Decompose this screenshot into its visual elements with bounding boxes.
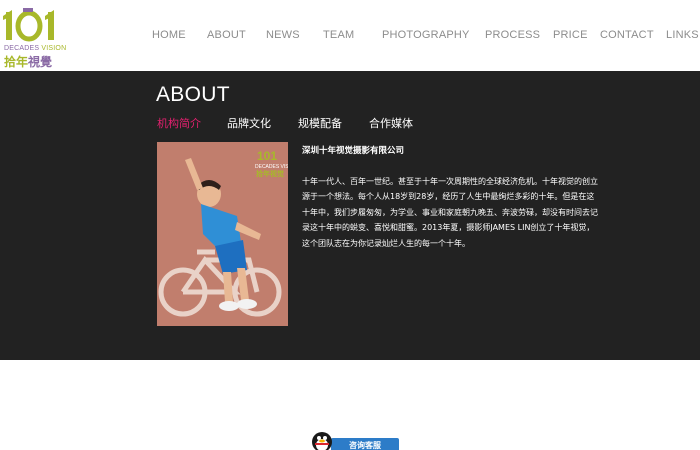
tab-partner-media[interactable]: 合作媒体 [369,115,413,131]
company-description: 十年一代人、百年一世纪。甚至于十年一次周期性的全球经济危机。十年视觉的创立源于一… [302,177,598,248]
svg-text:拾年视觉: 拾年视觉 [256,169,284,178]
logo-english: DECADES VISION [4,45,66,52]
logo-en-right: VISION [41,45,67,52]
nav-process[interactable]: PROCESS [485,29,540,41]
logo-number-graphic [3,8,54,42]
nav-home[interactable]: HOME [152,29,186,41]
logo-chinese: 拾年視覺 [4,53,52,70]
nav-links[interactable]: LINKS [666,29,699,41]
company-name: 深圳十年视觉摄影有限公司 [302,146,405,156]
svg-text:101: 101 [257,149,277,163]
qq-consult-button[interactable]: 咨询客服 [331,438,399,450]
tab-scale-equipment[interactable]: 规模配备 [298,115,342,131]
logo-cn-left: 拾年 [4,55,29,69]
logo-cn-right: 視覺 [28,55,53,69]
page-title: ABOUT [156,83,230,106]
site-logo[interactable]: DECADES VISION 拾年視覺 [3,4,66,69]
nav-contact[interactable]: CONTACT [600,29,654,41]
child-bicycle-photo: 101 DECADES VISION 拾年视觉 [157,142,288,326]
nav-news[interactable]: NEWS [266,29,300,41]
qq-penguin-icon [312,432,332,450]
site-header: DECADES VISION 拾年視覺 HOME ABOUT NEWS TEAM… [0,0,700,71]
tab-org-intro[interactable]: 机构简介 [157,115,201,131]
logo-en-left: DECADES [4,45,40,52]
nav-photography[interactable]: PHOTOGRAPHY [382,29,470,41]
about-photo: 101 DECADES VISION 拾年视觉 [157,142,288,326]
about-section: ABOUT 机构简介 品牌文化 规模配备 合作媒体 101 DECADES VI… [0,71,700,360]
nav-team[interactable]: TEAM [323,29,354,41]
qq-consult-label: 咨询客服 [349,441,381,450]
qq-consult[interactable]: 咨询客服 [309,430,401,450]
nav-about[interactable]: ABOUT [207,29,246,41]
tab-brand-culture[interactable]: 品牌文化 [227,115,271,131]
nav-price[interactable]: PRICE [553,29,588,41]
